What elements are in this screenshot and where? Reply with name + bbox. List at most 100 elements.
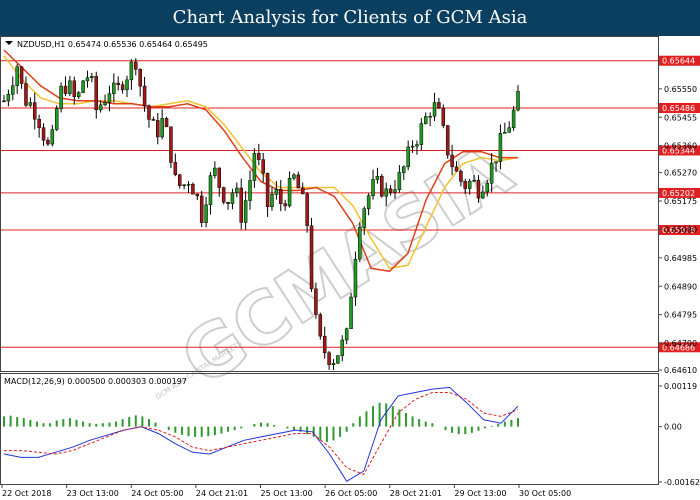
price-tick-label: 0.65550 <box>664 85 697 94</box>
candle-body <box>151 119 156 121</box>
candle-body <box>476 179 481 199</box>
candle-body <box>33 102 37 120</box>
price-tick-label: 0.65270 <box>664 169 697 178</box>
candle-body <box>397 172 402 190</box>
dropdown-triangle-icon[interactable] <box>5 41 13 45</box>
candle-body <box>208 175 213 206</box>
candle-body <box>283 203 287 207</box>
candle-body <box>445 125 450 156</box>
candle-body <box>274 189 279 195</box>
candle-body <box>134 61 138 70</box>
macd-indicator <box>3 386 519 482</box>
candle-body <box>261 159 265 174</box>
candle-body <box>402 166 406 173</box>
time-tick-label: 26 Oct 05:00 <box>325 489 377 498</box>
time-tick-label: 29 Oct 13:00 <box>454 489 506 498</box>
macd-tick-label: -0.00162 <box>664 478 700 487</box>
candle-body <box>177 174 182 186</box>
candle-body <box>481 191 485 199</box>
candle-body <box>173 162 178 175</box>
time-tick-label: 25 Oct 13:00 <box>261 489 313 498</box>
macd-axis: 0.00119 0.00 -0.00162 <box>658 382 700 487</box>
candle-body <box>156 120 160 138</box>
candle-body <box>138 69 142 87</box>
candle-body <box>248 180 252 201</box>
candle-body <box>322 335 327 354</box>
candle-body <box>423 116 428 124</box>
candle-body <box>199 195 204 223</box>
candle-body <box>441 107 446 126</box>
candle-body <box>50 129 55 145</box>
candle-body <box>419 123 424 145</box>
candle-body <box>112 82 116 94</box>
candle-body <box>204 204 208 223</box>
candle-body <box>94 76 99 111</box>
candle-body <box>287 178 292 207</box>
candle-body <box>292 174 296 179</box>
candle-body <box>129 61 134 81</box>
candle-body <box>270 194 274 207</box>
candle-body <box>81 80 85 93</box>
candle-body <box>54 108 59 130</box>
candle-body <box>142 85 147 106</box>
candle-body <box>331 363 336 365</box>
candle-body <box>362 208 366 228</box>
candle-body <box>169 126 173 163</box>
level-price-label: 0.65486 <box>662 104 695 113</box>
candle-body <box>235 187 239 194</box>
time-tick-label: 30 Oct 05:00 <box>519 489 571 498</box>
candle-body <box>516 91 520 111</box>
candle-body <box>393 189 397 193</box>
candle-body <box>375 175 380 180</box>
time-tick-label: 24 Oct 21:01 <box>196 489 248 498</box>
candle-body <box>213 167 217 176</box>
candle-body <box>459 170 463 182</box>
candle-body <box>226 202 230 204</box>
candle-body <box>366 195 371 209</box>
candle-body <box>454 166 459 172</box>
candle-body <box>450 154 454 168</box>
candle-body <box>125 79 129 91</box>
candle-body <box>217 167 222 188</box>
candle-body <box>380 175 384 197</box>
candle-body <box>46 139 50 145</box>
candle-body <box>76 92 81 97</box>
chart-svg: GCMASIA GCM ASIA CAPITAL MARKETS 0.65644… <box>0 36 700 498</box>
candle-body <box>353 258 358 298</box>
candle-body <box>296 174 301 189</box>
time-axis: 22 Oct 2018 23 Oct 13:00 24 Oct 05:00 24 Oc… <box>1 484 571 498</box>
candle-body <box>182 184 186 187</box>
candle-body <box>37 118 41 128</box>
candle-body <box>371 179 375 196</box>
candle-body <box>191 183 195 195</box>
price-tick-label: 0.64795 <box>664 311 697 320</box>
candle-body <box>300 187 305 195</box>
candle-body <box>406 146 410 168</box>
candle-body <box>494 161 498 164</box>
macd-pane-frame <box>0 373 659 485</box>
macd-readout: MACD(12,26,9) 0.000500 0.000303 0.000197 <box>4 377 187 386</box>
candle-body <box>415 144 419 147</box>
candle-body <box>2 100 6 103</box>
candle-body <box>11 85 15 95</box>
price-tick-label: 0.64890 <box>664 282 697 291</box>
candle-body <box>72 80 77 97</box>
candle-body <box>41 127 46 141</box>
candle-body <box>388 188 393 193</box>
candle-body <box>243 200 248 223</box>
candle-body <box>498 133 503 162</box>
candle-body <box>432 102 437 117</box>
candle-body <box>428 116 432 118</box>
candle-body <box>252 153 257 181</box>
price-axis: 0.65550 0.65455 0.65360 0.65270 0.65175 0.650… <box>658 85 697 375</box>
candle-body <box>485 182 489 193</box>
candle-body <box>318 314 323 337</box>
candle-body <box>19 66 24 84</box>
candle-body <box>507 127 511 133</box>
price-tick-label: 0.64985 <box>664 254 697 263</box>
candle-body <box>314 288 318 315</box>
candle-body <box>186 183 191 186</box>
candle-body <box>349 296 353 329</box>
candle-body <box>358 227 362 260</box>
candle-body <box>120 84 125 91</box>
